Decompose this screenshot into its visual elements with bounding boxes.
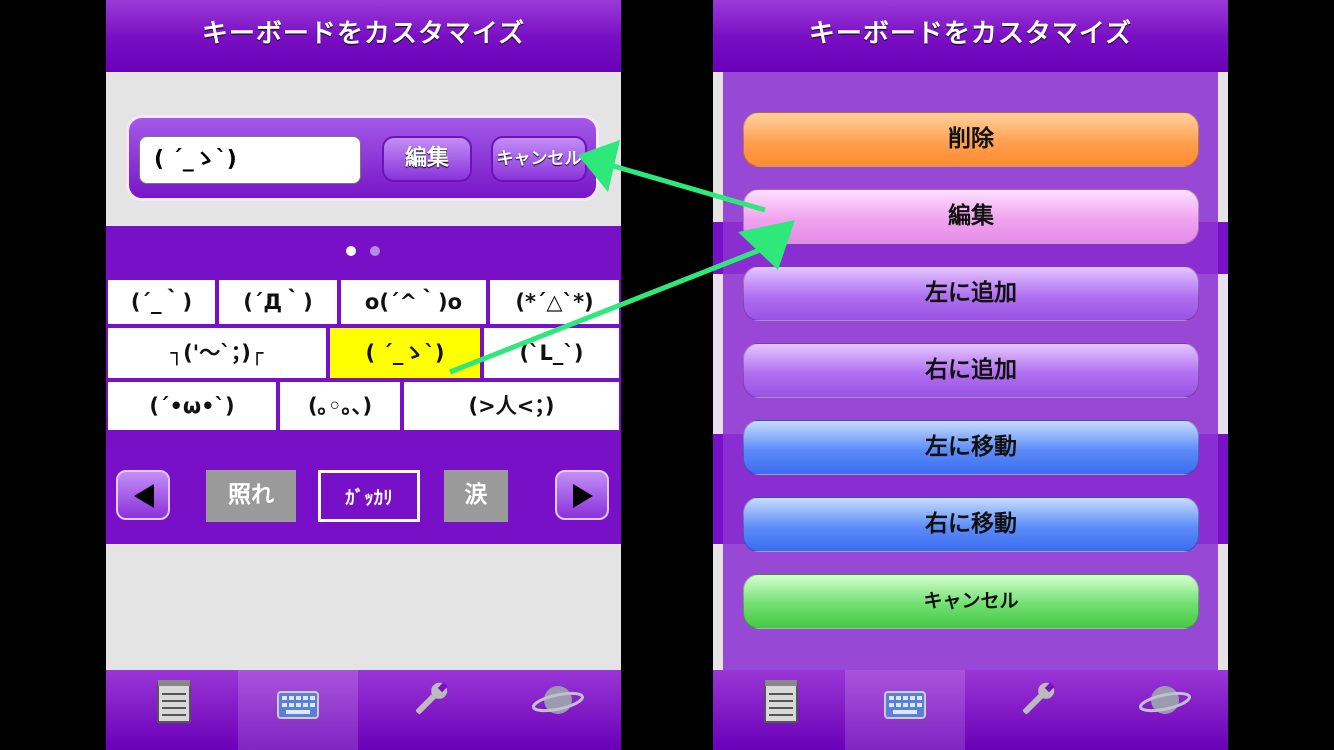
kaomoji-key[interactable]: o(´^｀)o xyxy=(341,280,486,324)
tab-settings[interactable] xyxy=(368,670,488,750)
tab-settings[interactable] xyxy=(975,670,1095,750)
kaomoji-key[interactable]: (*´△`*) xyxy=(490,280,619,324)
add-right-button[interactable]: 右に追加 xyxy=(743,343,1199,398)
next-category-button[interactable] xyxy=(555,470,609,520)
page-dot-active xyxy=(346,246,356,256)
wrench-icon xyxy=(1022,682,1055,715)
kaomoji-key[interactable]: (｡◦｡､) xyxy=(280,382,400,430)
kaomoji-key[interactable]: ┐('～`；)┌ xyxy=(108,328,326,378)
kaomoji-key[interactable]: (´_｀) xyxy=(108,280,215,324)
page-dot xyxy=(370,246,380,256)
page-title: キーボードをカスタマイズ xyxy=(106,0,621,72)
delete-button[interactable]: 削除 xyxy=(743,112,1199,167)
kaomoji-key[interactable]: (´Д｀) xyxy=(219,280,337,324)
keyboard-icon xyxy=(884,691,926,719)
tab-planet[interactable] xyxy=(1105,670,1225,750)
tab-bar xyxy=(713,670,1228,750)
category-tab-selected[interactable]: ｶﾞｯｶﾘ xyxy=(318,470,420,522)
kaomoji-key[interactable]: (´•ω•`) xyxy=(108,382,276,430)
category-tab[interactable]: 涙 xyxy=(444,470,508,522)
tab-notepad[interactable] xyxy=(114,670,234,750)
tab-planet[interactable] xyxy=(498,670,618,750)
edit-button[interactable]: 編集 xyxy=(382,136,472,182)
page-indicator-band xyxy=(106,226,621,276)
keyboard-icon xyxy=(277,691,319,719)
kaomoji-edit-input[interactable]: ( ´_ゝ`) xyxy=(139,136,361,184)
move-right-button[interactable]: 右に移動 xyxy=(743,497,1199,552)
kaomoji-key-selected[interactable]: ( ´_ゝ`) xyxy=(330,328,480,378)
edit-button[interactable]: 編集 xyxy=(743,189,1199,244)
cancel-button[interactable]: キャンセル xyxy=(743,574,1199,629)
planet-icon xyxy=(1139,686,1191,714)
edit-panel: ( ´_ゝ`) 編集 キャンセル xyxy=(126,115,599,201)
tab-bar xyxy=(106,670,621,750)
page-title: キーボードをカスタマイズ xyxy=(713,0,1228,72)
prev-category-button[interactable] xyxy=(116,470,170,520)
notepad-icon xyxy=(764,680,798,723)
cancel-button[interactable]: キャンセル xyxy=(491,136,587,182)
right-arrow-icon xyxy=(573,484,593,508)
add-left-button[interactable]: 左に追加 xyxy=(743,266,1199,321)
planet-icon xyxy=(532,686,584,714)
kaomoji-key[interactable]: (`L_`) xyxy=(484,328,619,378)
tab-keyboard[interactable] xyxy=(845,670,965,750)
move-left-button[interactable]: 左に移動 xyxy=(743,420,1199,475)
notepad-icon xyxy=(157,680,191,723)
kaomoji-grid: (´_｀) (´Д｀) o(´^｀)o (*´△`*) ┐('～`；)┌ ( ´… xyxy=(106,276,621,434)
category-bar: 照れ ｶﾞｯｶﾘ 涙 xyxy=(106,434,621,544)
left-screen: キーボードをカスタマイズ ( ´_ゝ`) 編集 キャンセル (´_｀) (´Д｀… xyxy=(106,0,621,750)
tab-notepad[interactable] xyxy=(721,670,841,750)
left-arrow-icon xyxy=(134,484,154,508)
wrench-icon xyxy=(415,682,448,715)
kaomoji-key[interactable]: (>人<；) xyxy=(404,382,619,430)
category-tab[interactable]: 照れ xyxy=(206,470,296,522)
right-screen: キーボードをカスタマイズ 削除 編集 左に追加 右に追加 左に移動 右に移動 キ… xyxy=(713,0,1228,750)
tab-keyboard[interactable] xyxy=(238,670,358,750)
